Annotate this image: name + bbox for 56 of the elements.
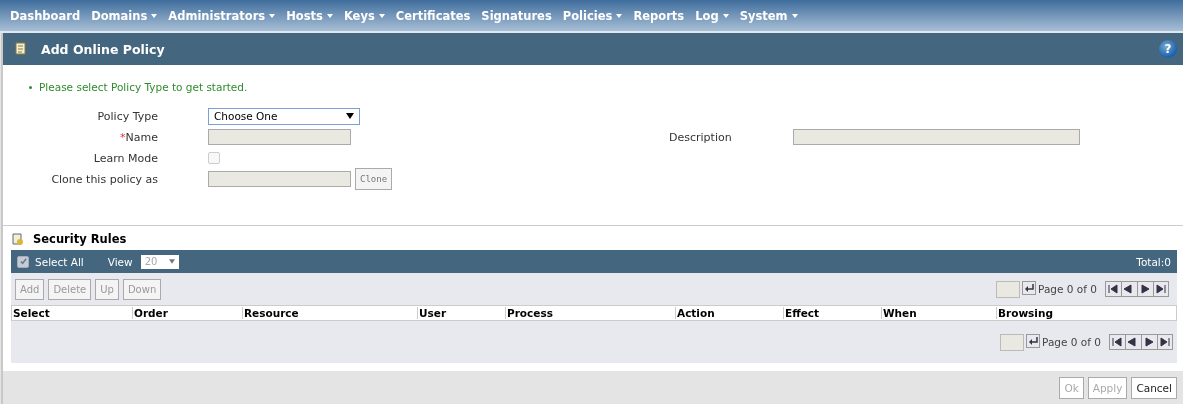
caret-icon: [791, 14, 798, 18]
column-header: Action: [675, 307, 783, 319]
column-header: Process: [505, 307, 675, 319]
column-header: Resource: [242, 307, 417, 319]
toolbar-button[interactable]: Up: [95, 278, 119, 300]
toolbar-button[interactable]: Add: [15, 278, 45, 300]
scroll-icon: [11, 232, 25, 246]
total-count: Total:0: [1136, 255, 1171, 268]
column-header: Order: [132, 307, 242, 319]
dropdown-arrow-icon: [346, 113, 354, 119]
caret-icon: [722, 14, 729, 18]
field-label: Clone this policy as: [50, 172, 158, 186]
select-all-checkbox[interactable]: [17, 255, 29, 268]
caret-icon: [616, 14, 623, 18]
view-label: View: [107, 255, 133, 268]
menu-item[interactable]: Keys: [343, 8, 385, 23]
field-label: Description: [669, 130, 733, 144]
column-header: When: [881, 307, 996, 319]
menu-item[interactable]: Reports: [633, 8, 685, 23]
scroll-icon: [13, 41, 29, 57]
dropdown-arrow-icon: [168, 259, 175, 264]
menu-item[interactable]: Dashboard: [10, 8, 81, 23]
info-message: Please select Policy Type to get started.: [27, 81, 1183, 93]
section-title: Security Rules: [33, 232, 127, 246]
help-button[interactable]: ?: [1159, 40, 1177, 58]
page-info: Page 0 of 0: [1038, 283, 1097, 295]
menu-item[interactable]: Policies: [562, 8, 623, 23]
column-header: Select: [12, 307, 51, 319]
menu-item[interactable]: Administrators: [168, 8, 276, 23]
page-size-dropdown[interactable]: 20: [140, 254, 179, 269]
caret-icon: [326, 14, 333, 18]
policy-type-dropdown[interactable]: Choose One: [208, 107, 360, 125]
column-header: User: [417, 307, 505, 319]
field-label: *Name: [119, 130, 158, 144]
caret-icon: [269, 14, 276, 18]
caret-icon: [151, 14, 158, 18]
select-all-label: Select All: [35, 255, 84, 268]
menu-item[interactable]: Hosts: [286, 8, 333, 23]
column-header: Browsing: [996, 307, 1176, 319]
column-header: Effect: [783, 307, 881, 319]
toolbar-button[interactable]: Delete: [48, 278, 92, 300]
page-info: Page 0 of 0: [1042, 336, 1101, 348]
menu-item[interactable]: Certificates: [395, 8, 471, 23]
menu-item[interactable]: System: [739, 8, 798, 23]
toolbar-button[interactable]: Down: [122, 278, 162, 300]
dialog-button[interactable]: Cancel: [1131, 376, 1177, 399]
pagination-arrows-icon[interactable]: [1105, 281, 1169, 297]
menu-item[interactable]: Log: [695, 8, 729, 23]
field-label: Learn Mode: [92, 151, 158, 165]
panel-title: Add Online Policy: [41, 41, 165, 57]
menu-item[interactable]: Domains: [91, 8, 158, 23]
pagination-arrows-icon[interactable]: [1109, 334, 1173, 350]
caret-icon: [378, 14, 385, 18]
field-label: Policy Type: [96, 109, 158, 123]
menu-item[interactable]: Signatures: [481, 8, 552, 23]
clone-button[interactable]: Clone: [355, 168, 393, 190]
